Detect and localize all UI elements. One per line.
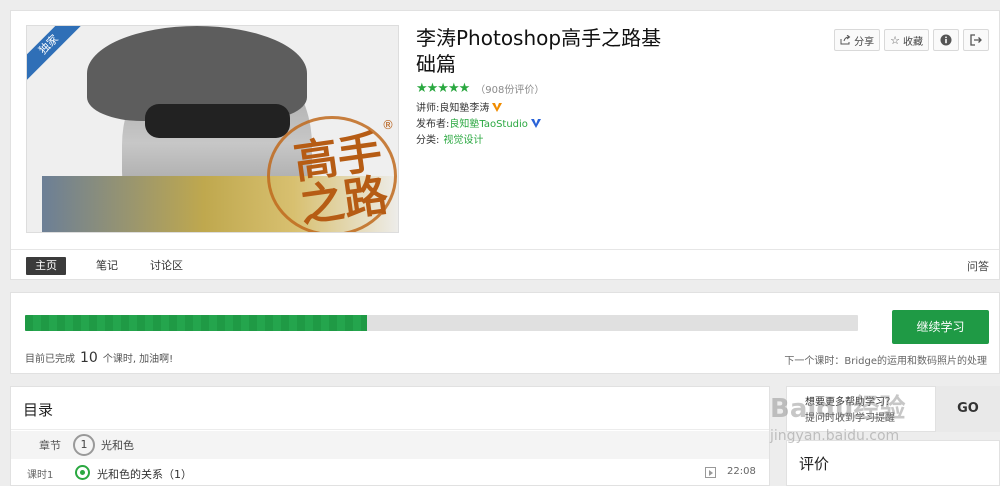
chapter-number: 1 bbox=[73, 434, 95, 456]
instructor-row: 讲师: 良知塾李涛 bbox=[416, 99, 503, 114]
star-outline-icon: ☆ bbox=[890, 33, 900, 47]
ask-question-box: 想要更多帮助学习？ 提问时收到学习提醒 bbox=[786, 386, 936, 432]
tab-discussion[interactable]: 讨论区 bbox=[150, 257, 183, 275]
video-play-icon[interactable] bbox=[705, 467, 716, 478]
chapter-name: 光和色 bbox=[101, 439, 134, 452]
completed-prefix: 目前已完成 bbox=[25, 354, 75, 365]
table-of-contents: 目录 章节 1 光和色 课时1 光和色的关系（1） 22:08 bbox=[10, 386, 770, 486]
next-lesson-link[interactable]: 下一个课时：Bridge的运用和数码照片的处理 bbox=[784, 352, 987, 367]
cover-seal-registered: ® bbox=[382, 118, 394, 132]
course-header-card: 高手 之路 ® 独家 李涛Photoshop高手之路基础篇 ★★★★★ （908份… bbox=[10, 10, 1000, 280]
publisher-name[interactable]: 良知塾TaoStudio bbox=[449, 115, 528, 130]
rating-stars: ★★★★★ bbox=[416, 81, 470, 96]
instructor-label: 讲师: bbox=[416, 103, 440, 114]
category-link[interactable]: 视觉设计 bbox=[443, 131, 483, 146]
divider bbox=[11, 429, 769, 430]
cover-portrait-glasses bbox=[145, 104, 290, 138]
lesson-duration: 22:08 bbox=[727, 466, 756, 477]
info-icon bbox=[940, 34, 952, 46]
share-label: 分享 bbox=[854, 36, 875, 48]
completed-count: 10 bbox=[80, 350, 98, 366]
qa-link[interactable]: 问答 bbox=[967, 258, 989, 274]
course-rating: ★★★★★ （908份评价） bbox=[416, 81, 544, 96]
continue-learning-button[interactable]: 继续学习 bbox=[892, 310, 989, 344]
lesson-name[interactable]: 光和色的关系（1） bbox=[97, 466, 192, 482]
go-button[interactable]: GO bbox=[936, 386, 1000, 432]
review-title: 评价 bbox=[799, 455, 830, 473]
exclusive-badge: 独家 bbox=[27, 26, 90, 86]
verified-badge-icon bbox=[492, 102, 503, 112]
exit-button[interactable] bbox=[963, 29, 989, 51]
completed-suffix: 个课时, 加油啊! bbox=[102, 354, 174, 365]
category-row: 分类: 视觉设计 bbox=[416, 131, 483, 146]
cover-seal-text: 高手 之路 bbox=[290, 126, 392, 233]
exit-icon bbox=[970, 34, 982, 46]
share-icon bbox=[840, 35, 851, 45]
progress-card: 继续学习 目前已完成 10 个课时, 加油啊! 下一个课时：Bridge的运用和… bbox=[10, 292, 1000, 374]
course-actions: 分享 ☆ 收藏 bbox=[834, 29, 989, 51]
info-button[interactable] bbox=[933, 29, 959, 51]
lesson-status-icon bbox=[75, 465, 90, 480]
verified-badge-icon bbox=[530, 118, 541, 128]
category-label: 分类: bbox=[416, 135, 440, 146]
toc-title: 目录 bbox=[23, 401, 54, 419]
progress-bar bbox=[25, 315, 858, 331]
chapter-row[interactable]: 章节 1 光和色 bbox=[11, 431, 769, 459]
publisher-row: 发布者: 良知塾TaoStudio bbox=[416, 115, 542, 130]
favorite-label: 收藏 bbox=[903, 36, 923, 48]
tab-notes[interactable]: 笔记 bbox=[96, 257, 118, 275]
tab-home[interactable]: 主页 bbox=[26, 257, 66, 275]
course-title: 李涛Photoshop高手之路基础篇 bbox=[416, 26, 662, 76]
favorite-button[interactable]: ☆ 收藏 bbox=[884, 29, 929, 51]
review-section: 评价 bbox=[786, 440, 1000, 486]
course-tabs: 主页 笔记 讨论区 问答 bbox=[11, 249, 999, 281]
ask-hint: 提问时收到学习提醒 bbox=[805, 413, 895, 424]
chapter-label: 章节 bbox=[39, 439, 61, 452]
publisher-label: 发布者: bbox=[416, 119, 450, 130]
share-button[interactable]: 分享 bbox=[834, 29, 881, 51]
progress-bar-fill bbox=[25, 315, 367, 331]
side-panel: 想要更多帮助学习？ 提问时收到学习提醒 GO 评价 bbox=[786, 386, 1000, 486]
completed-status: 目前已完成 10 个课时, 加油啊! bbox=[25, 350, 173, 366]
rating-count[interactable]: （908份评价） bbox=[475, 81, 544, 96]
lesson-row[interactable]: 课时1 光和色的关系（1） 22:08 bbox=[11, 463, 769, 485]
instructor-name[interactable]: 良知塾李涛 bbox=[439, 99, 489, 114]
ask-prompt: 想要更多帮助学习？ bbox=[805, 397, 895, 408]
lesson-label: 课时1 bbox=[27, 470, 54, 481]
course-cover-image[interactable]: 高手 之路 ® 独家 bbox=[26, 25, 399, 233]
